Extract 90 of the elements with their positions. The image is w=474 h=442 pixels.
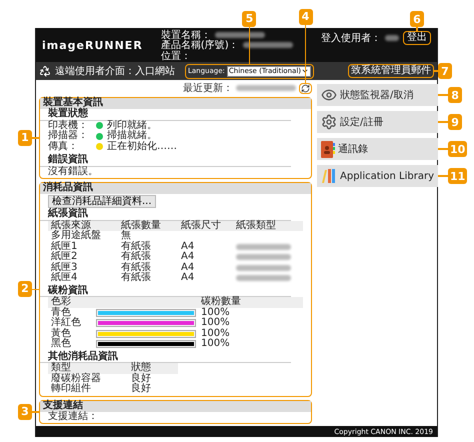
table-cell-text: 多用途紙盤 (50, 231, 102, 241)
last-updated-label: 最近更新： (183, 82, 233, 95)
table-cell-text: A4 (180, 252, 196, 262)
mail-button[interactable]: 致系統管理員郵件 (348, 64, 434, 78)
table-cell-text: A4 (180, 273, 196, 284)
gear-icon (321, 114, 337, 130)
status-label: 掃描器： (48, 131, 89, 141)
blurred-text (236, 244, 291, 250)
recycle-icon (39, 65, 51, 77)
table-cell-text: 黑色 (50, 339, 72, 350)
column-header: 紙張數量 (120, 220, 162, 230)
status-text: 掃描就緒。 (107, 131, 157, 141)
field-label: 產品名稱(序號)： (160, 40, 239, 51)
blurred-text (385, 35, 399, 41)
table-cell-text: A4 (180, 262, 196, 272)
refresh-button[interactable] (299, 82, 312, 94)
blurred-text (236, 275, 291, 282)
address-book-icon (321, 140, 335, 158)
table-cell-text: 良好 (130, 384, 152, 394)
table-cell-text: 無 (120, 231, 132, 241)
blurred-text (236, 85, 296, 91)
table-cell-text: 100% (200, 328, 231, 338)
leader-line (438, 94, 448, 96)
leader-line (438, 148, 448, 150)
table-cell-text: 紙匣1 (50, 242, 78, 252)
callout-badge: 5 (242, 10, 256, 26)
section-heading: 錯誤資訊 (40, 155, 291, 166)
logo: imageRUNNER (42, 38, 143, 52)
callout-badge: 6 (410, 11, 424, 27)
panel-title: 消耗品資訊 (40, 183, 311, 194)
status-label: 傳真： (48, 142, 79, 152)
field-label: 裝置名稱： (160, 28, 211, 40)
callout-badge: 2 (18, 281, 32, 298)
status-text: 列印就緒。 (107, 120, 157, 130)
menu-button[interactable]: Application Library (317, 165, 438, 187)
table-cell-text: 100% (200, 318, 231, 328)
column-header: 類型 (50, 363, 71, 373)
column-header: 碳粉數量 (200, 297, 242, 308)
blurred-text (214, 32, 265, 38)
column-header: 色彩 (50, 297, 71, 307)
table-cell-text: 有紙張 (120, 242, 152, 252)
page-title: 遠端使用者介面：入口網站 (55, 64, 175, 78)
leader-line (438, 121, 448, 123)
table-cell-text: 良好 (130, 374, 152, 384)
table-cell-text: 紙匣4 (50, 273, 78, 284)
callout-badge: 4 (298, 8, 312, 24)
table-cell-text: 100% (200, 308, 231, 318)
callout-badge: 8 (448, 87, 462, 103)
leader-line (438, 175, 448, 177)
table-cell-text: 紙匣2 (50, 252, 78, 262)
colored-bars-icon (321, 168, 337, 184)
callout-badge: 9 (448, 114, 462, 130)
callout-badge: 7 (438, 63, 452, 79)
panel-title: 支援連結 (40, 400, 311, 412)
table-cell-text: 有紙張 (120, 273, 152, 284)
column-header: 狀態 (130, 363, 152, 373)
table-cell-text: 青色 (50, 308, 71, 318)
column-header: 紙張尺寸 (180, 220, 222, 231)
status-label: 印表機： (48, 120, 89, 130)
table-cell-text: 100% (200, 339, 231, 350)
callout-badge: 3 (18, 404, 32, 420)
menu-button[interactable]: 設定/註冊 (317, 111, 438, 133)
column-header: 紙張來源 (50, 220, 91, 230)
menu-button[interactable]: 狀態監視器/取消 (317, 84, 438, 106)
status-text: 正在初始化…… (107, 142, 177, 152)
section-heading: 裝置狀態 (40, 109, 291, 120)
field-label: 位置： (160, 50, 191, 62)
login-label: 登入使用者： (321, 32, 381, 45)
callout-badge: 11 (448, 168, 468, 184)
column-header: 紙張類型 (235, 220, 277, 231)
table-cell-text: 黃色 (50, 328, 72, 338)
callout-badge: 1 (18, 130, 32, 146)
blurred-text (236, 254, 291, 260)
blurred-text (236, 264, 291, 271)
blurred-text (242, 42, 293, 48)
error-text: 沒有錯誤。 (48, 166, 98, 177)
table-cell-text: 有紙張 (120, 262, 152, 272)
menu-button[interactable]: 通訊錄 (317, 138, 438, 160)
table-cell-text: 有紙張 (120, 252, 152, 262)
support-link-label: 支援連結： (48, 412, 98, 422)
table-cell-text: 紙匣3 (50, 262, 78, 272)
logout-button[interactable]: 登出 (403, 31, 431, 45)
table-cell-text: 廢碳粉容器 (50, 374, 102, 384)
details-button[interactable]: 檢查消耗品詳細資料... (48, 195, 156, 208)
table-cell-text: 洋紅色 (50, 318, 82, 328)
eye-icon (321, 87, 337, 103)
table-cell-text: A4 (180, 242, 196, 252)
panel-title: 裝置基本資訊 (40, 98, 311, 109)
callout-badge: 10 (448, 141, 468, 157)
table-cell-text: 轉印組件 (50, 384, 92, 394)
